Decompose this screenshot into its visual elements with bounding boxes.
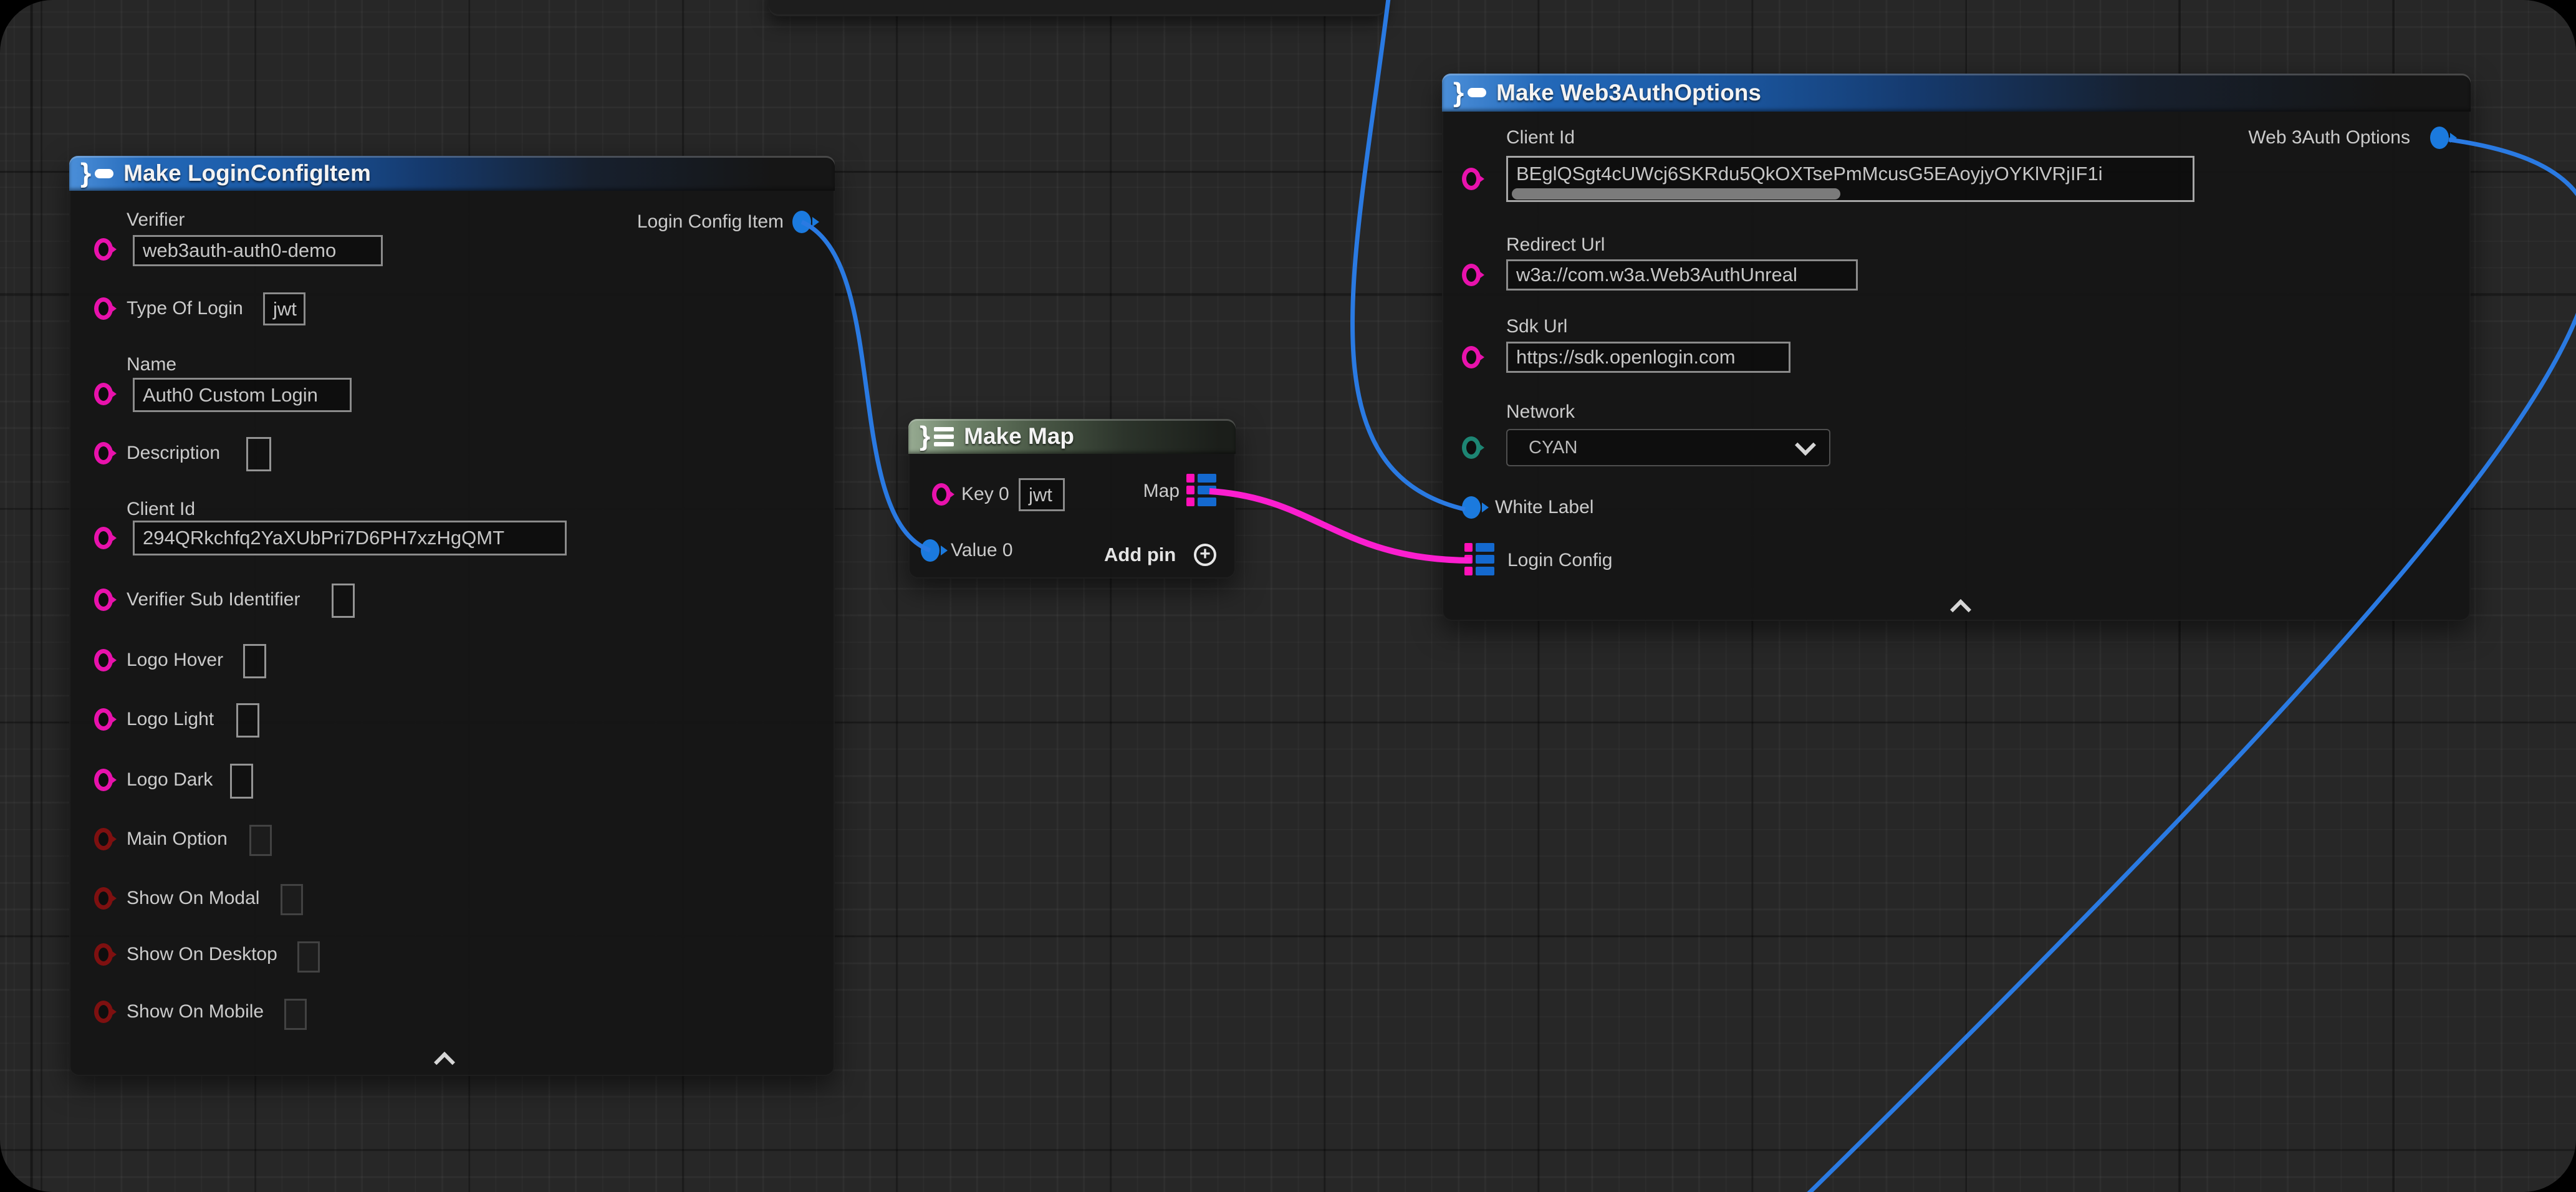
pin-label-client-id: Client Id <box>127 499 195 520</box>
node-header-make-map[interactable]: } Make Map <box>908 419 1236 454</box>
pin-show-on-modal[interactable] <box>94 887 113 910</box>
pin-white-label[interactable] <box>1462 496 1481 519</box>
pin-label-white-label: White Label <box>1495 497 1593 518</box>
pin-logo-hover[interactable] <box>94 649 113 671</box>
make-struct-icon: } <box>1453 79 1486 107</box>
collapse-node-chevron-icon[interactable] <box>1950 599 1971 620</box>
pin-network[interactable] <box>1462 436 1481 459</box>
pin-type-of-login[interactable] <box>94 297 113 320</box>
pin-label-logo-hover: Logo Hover <box>127 650 223 671</box>
node-header-make-loginconfigitem[interactable]: } Make LoginConfigItem <box>69 156 835 191</box>
network-dropdown[interactable]: CYAN <box>1506 429 1830 466</box>
pin-label-value-0: Value 0 <box>951 540 1013 561</box>
pin-label-main-option: Main Option <box>127 829 228 850</box>
wire-map-to-loginconfig[interactable] <box>1209 491 1471 560</box>
show-on-mobile-checkbox[interactable] <box>284 999 307 1030</box>
pin-label-verifier: Verifier <box>127 209 185 231</box>
pin-label-name: Name <box>127 354 176 375</box>
blueprint-graph-canvas[interactable]: } Make LoginConfigItem Login Config Item… <box>0 0 2576 1192</box>
show-on-desktop-checkbox[interactable] <box>297 941 320 973</box>
pin-key-0[interactable] <box>932 483 951 506</box>
pin-show-on-desktop[interactable] <box>94 943 113 966</box>
key-0-input[interactable]: jwt <box>1019 478 1065 511</box>
pin-label-network: Network <box>1506 401 1575 423</box>
make-map-icon: } <box>920 423 954 450</box>
node-header-make-web3authoptions[interactable]: } Make Web3AuthOptions <box>1442 74 2471 112</box>
main-option-checkbox[interactable] <box>249 825 272 856</box>
add-pin-button[interactable] <box>1194 544 1216 566</box>
logo-dark-input[interactable] <box>230 764 253 799</box>
node-make-loginconfigitem[interactable]: } Make LoginConfigItem Login Config Item… <box>69 156 835 1076</box>
client-id-input[interactable]: 294QRkchfq2YaXUbPri7D6PH7xzHgQMT <box>133 521 567 555</box>
pin-label-key-0: Key 0 <box>961 484 1009 505</box>
pin-label-login-config: Login Config <box>1507 550 1612 571</box>
verifier-sub-identifier-input[interactable] <box>332 584 355 618</box>
output-pin-web3auth-options[interactable] <box>2430 127 2449 149</box>
pin-label-logo-light: Logo Light <box>127 709 214 730</box>
pin-logo-light[interactable] <box>94 708 113 731</box>
pin-label-show-on-mobile: Show On Mobile <box>127 1001 264 1022</box>
pin-client-id[interactable] <box>94 527 113 549</box>
pin-label-description: Description <box>127 443 220 464</box>
make-struct-icon: } <box>80 160 113 187</box>
add-pin-label: Add pin <box>1104 544 1176 566</box>
pin-sdk-url[interactable] <box>1462 346 1481 368</box>
pin-show-on-mobile[interactable] <box>94 1001 113 1023</box>
pin-verifier-sub-identifier[interactable] <box>94 589 113 611</box>
sdk-url-input[interactable]: https://sdk.openlogin.com <box>1506 342 1790 373</box>
pin-login-config[interactable] <box>1464 543 1496 578</box>
node-make-map[interactable]: } Make Map Key 0 jwt Map Value 0 Add pin <box>908 419 1236 579</box>
description-input[interactable] <box>246 437 271 471</box>
verifier-input[interactable]: web3auth-auth0-demo <box>133 235 383 266</box>
pin-label-show-on-desktop: Show On Desktop <box>127 944 277 965</box>
redirect-url-input[interactable]: w3a://com.w3a.Web3AuthUnreal <box>1506 259 1858 291</box>
output-pin-login-config-item[interactable] <box>792 211 811 233</box>
type-of-login-input[interactable]: jwt <box>263 292 305 325</box>
pin-verifier[interactable] <box>94 238 113 261</box>
offscreen-node-bottom-edge[interactable] <box>769 0 1386 16</box>
pin-logo-dark[interactable] <box>94 769 113 791</box>
chevron-down-icon <box>1795 435 1816 456</box>
show-on-modal-checkbox[interactable] <box>281 884 303 915</box>
collapse-node-chevron-icon[interactable] <box>434 1052 455 1073</box>
pin-label-sdk-url: Sdk Url <box>1506 316 1567 337</box>
pin-label-type-of-login: Type Of Login <box>127 298 243 319</box>
pin-redirect-url[interactable] <box>1462 264 1481 286</box>
output-pin-map[interactable] <box>1186 474 1218 509</box>
pin-value-0[interactable] <box>921 539 940 562</box>
output-pin-label: Web 3Auth Options <box>2248 127 2410 148</box>
pin-name[interactable] <box>94 383 113 405</box>
pin-label-redirect-url: Redirect Url <box>1506 234 1605 256</box>
output-pin-label: Login Config Item <box>637 211 784 233</box>
node-make-web3authoptions[interactable]: } Make Web3AuthOptions Web 3Auth Options… <box>1442 74 2471 621</box>
pin-main-option[interactable] <box>94 828 113 850</box>
node-title: Make LoginConfigItem <box>123 160 371 186</box>
logo-hover-input[interactable] <box>243 644 266 678</box>
client-id-input-scrollbar[interactable] <box>1512 188 1840 199</box>
pin-description[interactable] <box>94 442 113 464</box>
output-pin-label-map: Map <box>1143 481 1180 502</box>
name-input[interactable]: Auth0 Custom Login <box>133 378 352 412</box>
node-title: Make Web3AuthOptions <box>1496 80 1761 106</box>
pin-label-show-on-modal: Show On Modal <box>127 888 259 909</box>
pin-label-logo-dark: Logo Dark <box>127 769 213 791</box>
node-title: Make Map <box>964 423 1074 449</box>
pin-label-verifier-sub-identifier: Verifier Sub Identifier <box>127 589 300 610</box>
pin-client-id[interactable] <box>1462 168 1481 190</box>
pin-label-client-id: Client Id <box>1506 127 1575 148</box>
logo-light-input[interactable] <box>236 703 259 738</box>
